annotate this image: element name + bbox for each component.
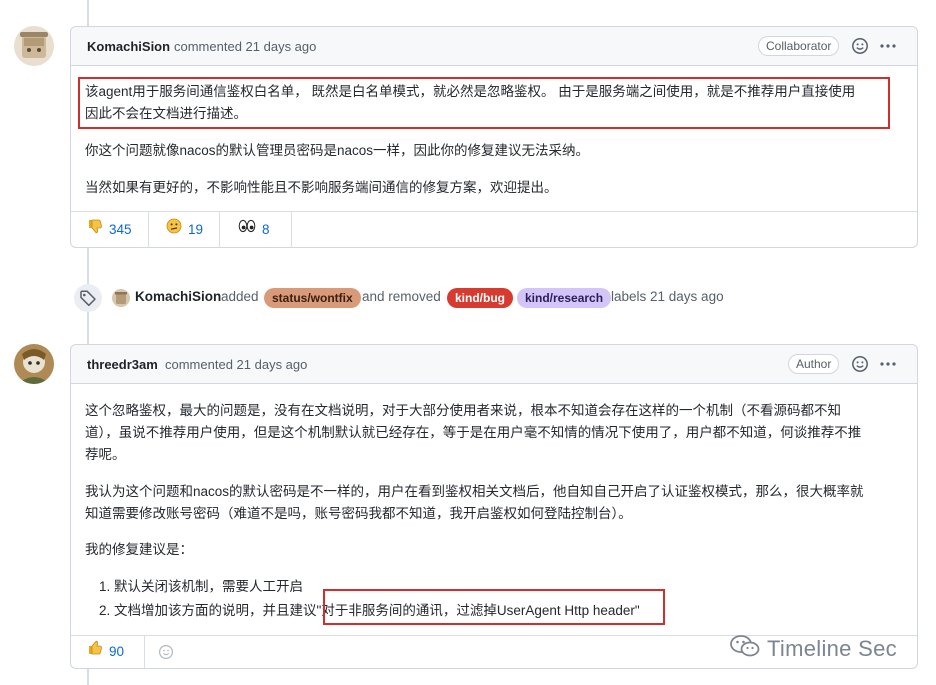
reaction-thumbs-up[interactable]: 90	[87, 636, 124, 668]
list-text: 文档增加该方面的说明，并且建议	[114, 603, 317, 618]
comment-body-paragraph: 你这个问题就像nacos的默认管理员密码是nacos一样，因此你的修复建议无法采…	[85, 143, 590, 158]
tag-icon-badge	[74, 284, 102, 312]
kebab-menu-icon[interactable]	[879, 37, 897, 55]
reaction-count: 19	[188, 222, 204, 237]
comment-body-line: 荐呢。	[85, 447, 126, 462]
kebab-menu-icon[interactable]	[879, 355, 897, 373]
comment-komachision: KomachiSion commented 21 days ago Collab…	[70, 26, 918, 248]
comment-body-paragraph: 我的修复建议是：	[85, 542, 193, 557]
divider	[219, 212, 220, 248]
comment-body-line: 因此不会在文档进行描述。	[85, 106, 247, 121]
comment-body-paragraph: 当然如果有更好的，不影响性能且不影响服务端间通信的修复方案，欢迎提出。	[85, 180, 558, 195]
small-avatar[interactable]	[112, 289, 130, 307]
add-reaction-icon[interactable]	[158, 644, 174, 665]
add-reaction-icon[interactable]	[851, 37, 869, 55]
comment-body-line: 该agent用于服务间通信鉴权白名单， 既然是白名单模式，就必然是忽略鉴权。 由…	[85, 84, 856, 99]
avatar-komachision[interactable]	[14, 26, 54, 66]
reaction-count: 8	[262, 222, 270, 237]
comment-header: threedr3am commented 21 days ago Author	[71, 345, 917, 384]
event-actor[interactable]: KomachiSion	[135, 289, 221, 304]
comment-body-line: 道），虽说不推荐用户使用，但是这个机制默认就已经存在，等于是在用户毫不知情的情况…	[85, 425, 862, 440]
tag-icon	[80, 290, 96, 307]
thumbs-down-icon	[87, 212, 103, 248]
event-labels-timestamp[interactable]: labels 21 days ago	[611, 289, 724, 304]
list-highlight-text: "对于非服务间的通讯，过滤掉UserAgent Http header"	[316, 603, 640, 618]
confused-face-icon	[166, 212, 182, 248]
list-text: 默认关闭该机制，需要人工开启	[114, 579, 304, 594]
list-item: 2. 文档增加该方面的说明，并且建议"对于非服务间的通讯，过滤掉UserAgen…	[99, 601, 640, 620]
reaction-eyes[interactable]: 8	[238, 212, 270, 248]
watermark: Timeline Sec	[729, 633, 897, 663]
comment-author[interactable]: KomachiSion	[87, 39, 170, 54]
divider	[144, 636, 145, 668]
wechat-icon	[729, 633, 761, 665]
label-event: KomachiSion added status/wontfix and rem…	[74, 284, 774, 312]
reaction-thumbs-down[interactable]: 345	[87, 212, 132, 248]
comment-body-line: 我认为这个问题和nacos的默认密码是不一样的，用户在看到鉴权相关文档后，他自知…	[85, 484, 864, 499]
comment-body-line: 这个忽略鉴权，最大的问题是，没有在文档说明，对于大部分使用者来说，根本不知道会存…	[85, 403, 841, 418]
event-text-added: added	[221, 289, 259, 304]
avatar-threedr3am[interactable]	[14, 344, 54, 384]
reaction-count: 345	[109, 222, 132, 237]
list-number: 2.	[99, 603, 111, 618]
comment-body-line: 知道需要修改账号密码（难道不是吗，账号密码我都不知道，我开启鉴权如何登陆控制台）…	[85, 506, 632, 521]
comment-timestamp[interactable]: commented 21 days ago	[165, 357, 307, 372]
role-badge: Collaborator	[758, 36, 840, 56]
watermark-text: Timeline Sec	[767, 636, 897, 661]
list-number: 1.	[99, 579, 111, 594]
label-kind-research[interactable]: kind/research	[517, 288, 612, 308]
divider	[291, 212, 292, 248]
reactions-bar: 345 19 8	[71, 211, 917, 248]
comment-timestamp[interactable]: commented 21 days ago	[174, 39, 316, 54]
thumbs-up-icon	[87, 636, 103, 668]
add-reaction-icon[interactable]	[851, 355, 869, 373]
list-item: 1. 默认关闭该机制，需要人工开启	[99, 577, 303, 596]
reaction-count: 90	[109, 644, 125, 659]
eyes-icon	[238, 212, 256, 248]
label-kind-bug[interactable]: kind/bug	[447, 288, 513, 308]
reaction-confused[interactable]: 19	[166, 212, 203, 248]
comment-header: KomachiSion commented 21 days ago Collab…	[71, 27, 917, 66]
role-badge: Author	[788, 354, 840, 374]
comment-author[interactable]: threedr3am	[87, 357, 158, 372]
comment-threedr3am: threedr3am commented 21 days ago Author …	[70, 344, 918, 669]
label-status-wontfix[interactable]: status/wontfix	[264, 288, 361, 308]
divider	[148, 212, 149, 248]
event-text-and-removed: and removed	[362, 289, 441, 304]
